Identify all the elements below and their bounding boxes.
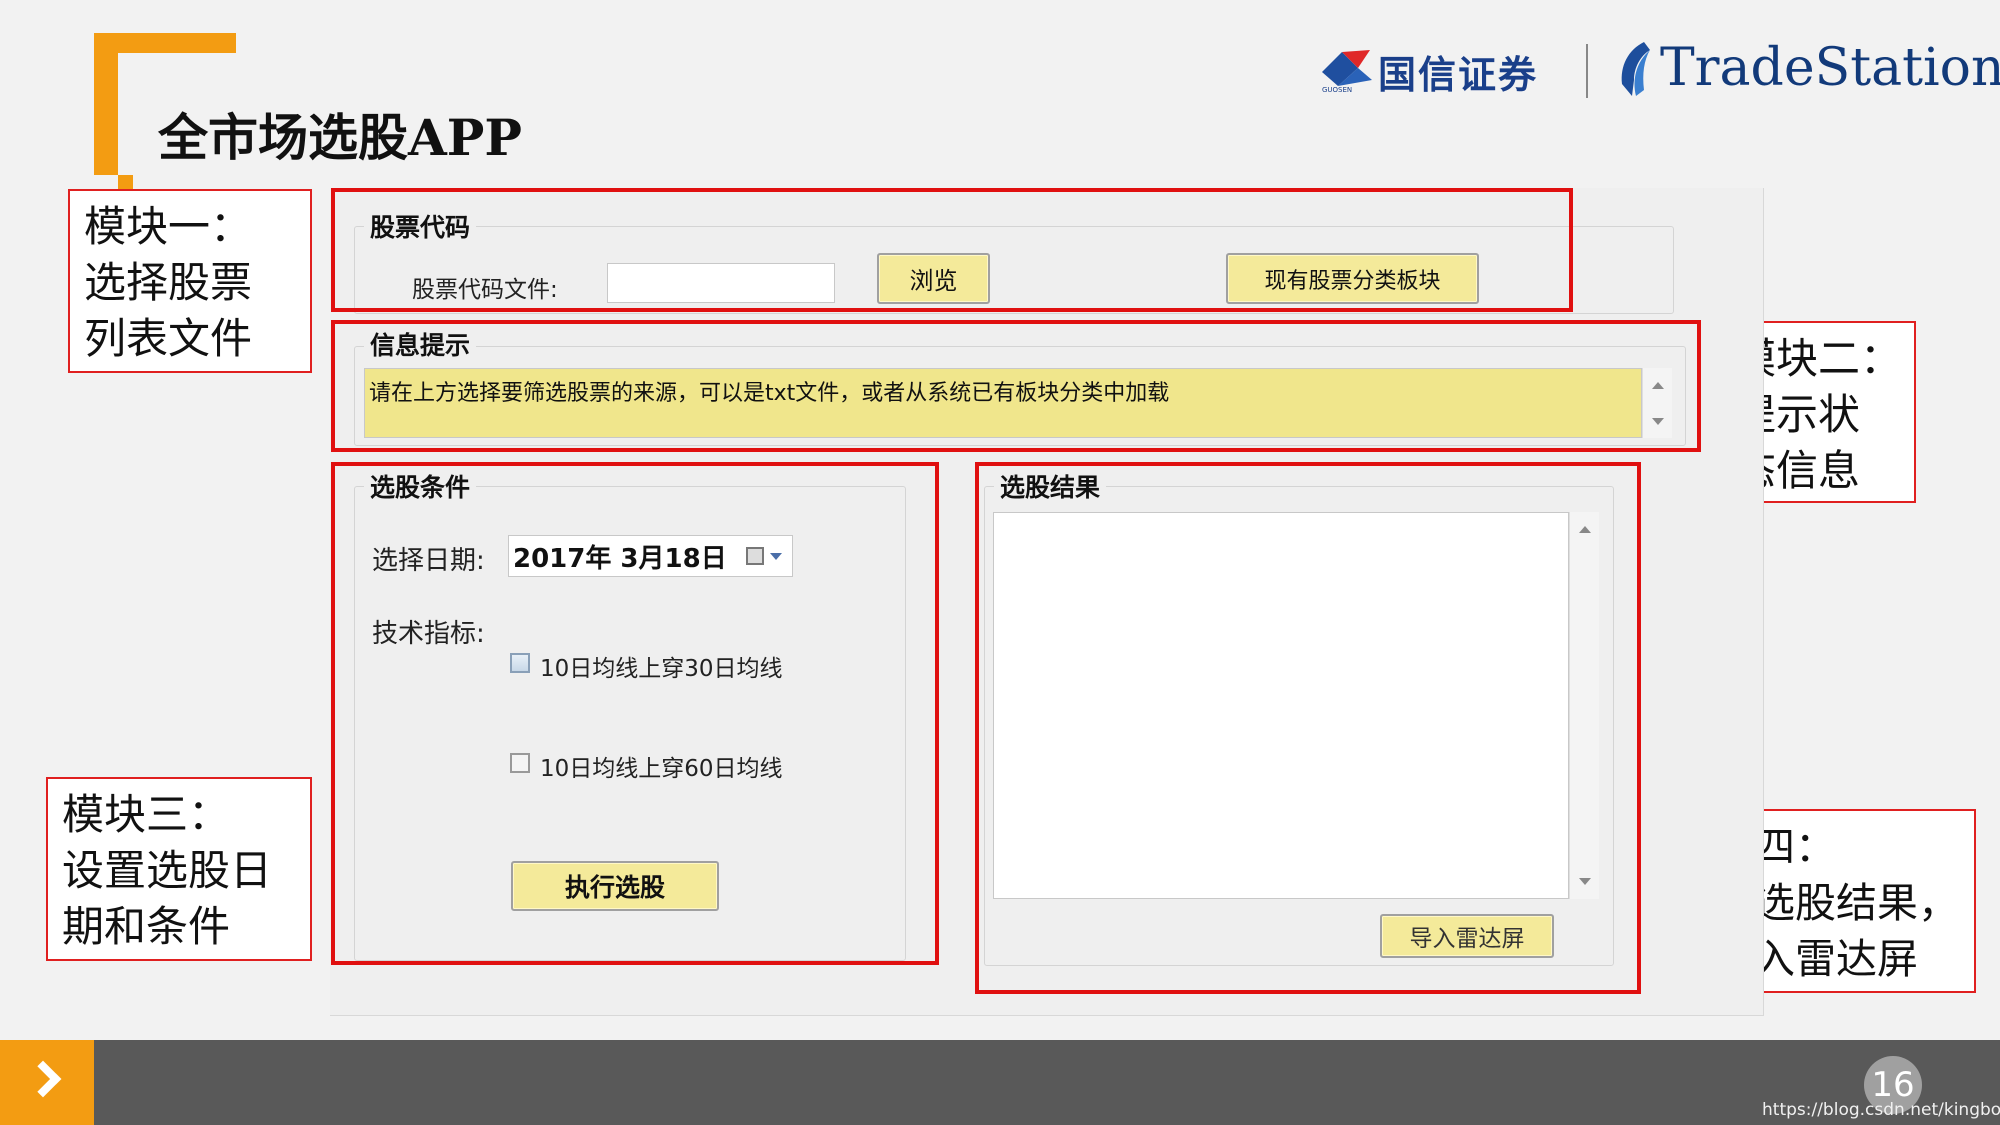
tradestation-logo-text: TradeStation® — [1660, 38, 2000, 98]
highlight-module3 — [331, 462, 939, 965]
slide-footer: 16 https://blog.csdn.net/kingboy100 — [0, 1040, 2000, 1125]
callout-module1-line3: 列表文件 — [84, 314, 253, 363]
callout-module1-line1: 模块一： — [84, 202, 253, 251]
tradestation-logo-icon — [1621, 42, 1650, 96]
chevron-right-icon — [24, 1060, 62, 1098]
footer-accent — [0, 1040, 94, 1125]
callout-module1-line2: 选择股票 — [84, 258, 253, 307]
tradestation-name: TradeStation — [1660, 38, 2000, 98]
highlight-module1 — [331, 188, 1573, 312]
callout-module1: 模块一： 选择股票 列表文件 — [68, 189, 312, 373]
callout-module3: 模块三： 设置选股日 期和条件 — [46, 777, 312, 961]
logo-divider — [1586, 44, 1588, 98]
slide-title: 全市场选股APP — [158, 108, 522, 167]
guosen-sub-label: GUOSEN — [1322, 86, 1353, 94]
callout-module3-line3: 期和条件 — [62, 902, 231, 951]
callout-module3-line2: 设置选股日 — [62, 846, 273, 895]
callout-module3-line1: 模块三： — [62, 790, 231, 839]
highlight-module2 — [331, 320, 1701, 452]
guosen-logo-text: 国信证券 — [1378, 52, 1539, 97]
watermark-text: https://blog.csdn.net/kingboy100 — [1762, 1100, 2000, 1120]
highlight-module4 — [975, 462, 1641, 994]
logo-bar: GUOSEN 国信证券 TradeStation® — [1318, 38, 2000, 104]
